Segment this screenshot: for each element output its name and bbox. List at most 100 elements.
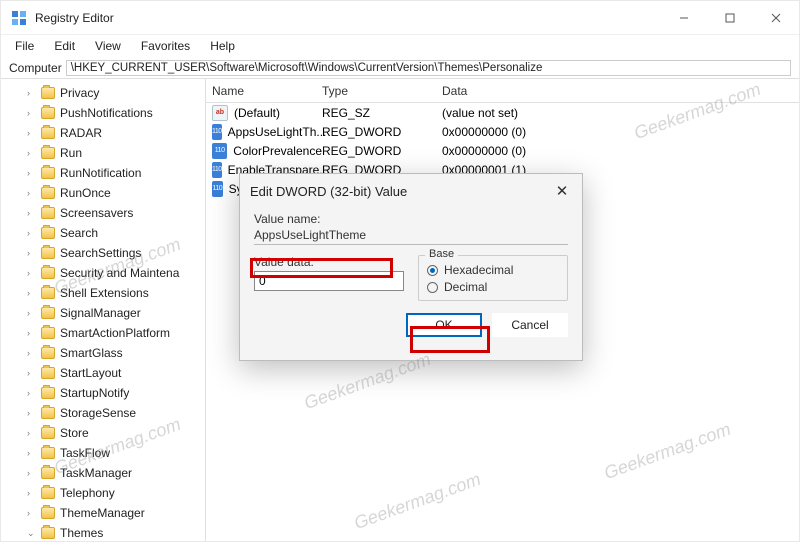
tree-item-label: Store xyxy=(60,426,89,440)
tree-item-label: TaskFlow xyxy=(60,446,110,460)
expand-arrow-icon[interactable] xyxy=(27,508,39,518)
expand-arrow-icon[interactable] xyxy=(27,88,39,98)
expand-arrow-icon[interactable] xyxy=(27,268,39,278)
expand-arrow-icon[interactable] xyxy=(27,388,39,398)
expand-arrow-icon[interactable] xyxy=(27,168,39,178)
tree-item-shell-extensions[interactable]: Shell Extensions xyxy=(1,283,205,303)
expand-arrow-icon[interactable] xyxy=(27,448,39,458)
close-button[interactable] xyxy=(753,1,799,34)
tree-item-label: SmartGlass xyxy=(60,346,123,360)
value-data: (value not set) xyxy=(442,106,799,120)
folder-icon xyxy=(41,287,55,299)
tree-item-runonce[interactable]: RunOnce xyxy=(1,183,205,203)
tree-item-search[interactable]: Search xyxy=(1,223,205,243)
tree-item-startlayout[interactable]: StartLayout xyxy=(1,363,205,383)
expand-arrow-icon[interactable] xyxy=(27,368,39,378)
expand-arrow-icon[interactable] xyxy=(27,228,39,238)
tree-item-security-and-maintena[interactable]: Security and Maintena xyxy=(1,263,205,283)
ok-button[interactable]: OK xyxy=(406,313,482,337)
expand-arrow-icon[interactable] xyxy=(27,528,39,539)
tree-item-radar[interactable]: RADAR xyxy=(1,123,205,143)
menu-help[interactable]: Help xyxy=(202,37,243,55)
folder-icon xyxy=(41,507,55,519)
menu-favorites[interactable]: Favorites xyxy=(133,37,198,55)
maximize-button[interactable] xyxy=(707,1,753,34)
dword-value-icon xyxy=(212,143,227,159)
hexadecimal-radio[interactable]: Hexadecimal xyxy=(427,263,559,277)
tree-item-runnotification[interactable]: RunNotification xyxy=(1,163,205,183)
tree-item-label: StartLayout xyxy=(60,366,121,380)
tree-item-taskmanager[interactable]: TaskManager xyxy=(1,463,205,483)
expand-arrow-icon[interactable] xyxy=(27,468,39,478)
minimize-button[interactable] xyxy=(661,1,707,34)
tree-item-label: Shell Extensions xyxy=(60,286,149,300)
tree-item-label: SmartActionPlatform xyxy=(60,326,170,340)
expand-arrow-icon[interactable] xyxy=(27,308,39,318)
tree-item-startupnotify[interactable]: StartupNotify xyxy=(1,383,205,403)
expand-arrow-icon[interactable] xyxy=(27,348,39,358)
value-data-input[interactable] xyxy=(254,271,404,291)
folder-icon xyxy=(41,447,55,459)
expand-arrow-icon[interactable] xyxy=(27,128,39,138)
tree-item-storagesense[interactable]: StorageSense xyxy=(1,403,205,423)
tree-item-themes[interactable]: Themes xyxy=(1,523,205,542)
list-row[interactable]: ColorPrevalenceREG_DWORD0x00000000 (0) xyxy=(206,141,799,160)
expand-arrow-icon[interactable] xyxy=(27,488,39,498)
folder-icon xyxy=(41,227,55,239)
value-name: AppsUseLightTh... xyxy=(228,125,327,139)
tree-item-searchsettings[interactable]: SearchSettings xyxy=(1,243,205,263)
decimal-radio[interactable]: Decimal xyxy=(427,280,559,294)
tree-item-label: StorageSense xyxy=(60,406,136,420)
value-name: (Default) xyxy=(234,106,280,120)
dialog-close-button[interactable]: ✕ xyxy=(552,182,572,200)
expand-arrow-icon[interactable] xyxy=(27,108,39,118)
folder-icon xyxy=(41,307,55,319)
value-type: REG_DWORD xyxy=(322,125,442,139)
tree-item-label: StartupNotify xyxy=(60,386,129,400)
tree-pane[interactable]: PrivacyPushNotificationsRADARRun RunNotif… xyxy=(1,79,206,542)
value-type: REG_DWORD xyxy=(322,144,442,158)
folder-icon xyxy=(41,487,55,499)
tree-item-label: RunOnce xyxy=(60,186,111,200)
address-path[interactable]: \HKEY_CURRENT_USER\Software\Microsoft\Wi… xyxy=(66,60,791,76)
tree-item-label: RunNotification xyxy=(60,166,141,180)
expand-arrow-icon[interactable] xyxy=(27,248,39,258)
list-row[interactable]: (Default) REG_SZ(value not set) xyxy=(206,103,799,122)
tree-item-smartactionplatform[interactable]: SmartActionPlatform xyxy=(1,323,205,343)
list-header: Name Type Data xyxy=(206,79,799,103)
expand-arrow-icon[interactable] xyxy=(27,188,39,198)
tree-item-store[interactable]: Store xyxy=(1,423,205,443)
tree-item-label: Search xyxy=(60,226,98,240)
tree-item-telephony[interactable]: Telephony xyxy=(1,483,205,503)
tree-item-privacy[interactable]: Privacy xyxy=(1,83,205,103)
folder-icon xyxy=(41,147,55,159)
col-data[interactable]: Data xyxy=(442,84,799,98)
address-bar: Computer \HKEY_CURRENT_USER\Software\Mic… xyxy=(1,57,799,79)
expand-arrow-icon[interactable] xyxy=(27,328,39,338)
expand-arrow-icon[interactable] xyxy=(27,148,39,158)
menu-edit[interactable]: Edit xyxy=(46,37,83,55)
folder-icon xyxy=(41,467,55,479)
tree-item-taskflow[interactable]: TaskFlow xyxy=(1,443,205,463)
tree-item-pushnotifications[interactable]: PushNotifications xyxy=(1,103,205,123)
folder-icon xyxy=(41,527,55,539)
folder-icon xyxy=(41,347,55,359)
value-type: REG_SZ xyxy=(322,106,442,120)
tree-item-signalmanager[interactable]: SignalManager xyxy=(1,303,205,323)
menu-file[interactable]: File xyxy=(7,37,42,55)
tree-item-smartglass[interactable]: SmartGlass xyxy=(1,343,205,363)
col-name[interactable]: Name xyxy=(212,84,322,98)
list-row[interactable]: AppsUseLightTh...REG_DWORD0x00000000 (0) xyxy=(206,122,799,141)
tree-item-thememanager[interactable]: ThemeManager xyxy=(1,503,205,523)
expand-arrow-icon[interactable] xyxy=(27,288,39,298)
radio-dot-icon xyxy=(427,265,438,276)
cancel-button[interactable]: Cancel xyxy=(492,313,568,337)
expand-arrow-icon[interactable] xyxy=(27,408,39,418)
window-title: Registry Editor xyxy=(35,11,661,25)
expand-arrow-icon[interactable] xyxy=(27,208,39,218)
col-type[interactable]: Type xyxy=(322,84,442,98)
tree-item-run[interactable]: Run xyxy=(1,143,205,163)
tree-item-screensavers[interactable]: Screensavers xyxy=(1,203,205,223)
expand-arrow-icon[interactable] xyxy=(27,428,39,438)
menu-view[interactable]: View xyxy=(87,37,129,55)
